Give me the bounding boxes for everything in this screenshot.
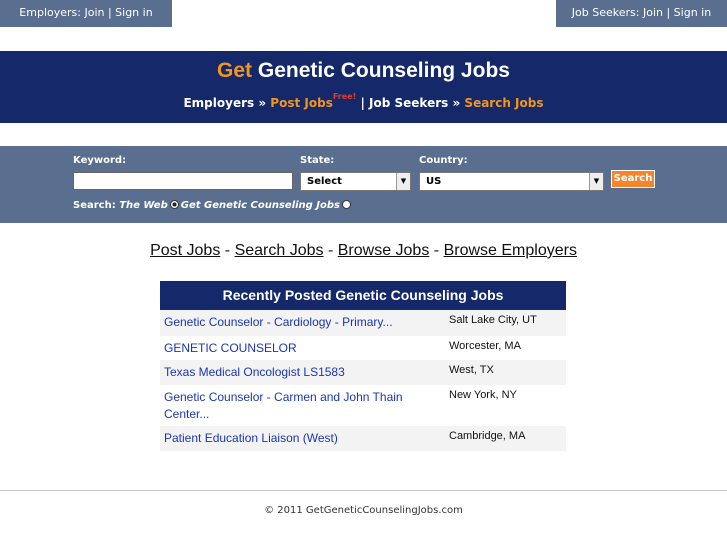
job-seekers-join-signin-link[interactable]: Job Seekers: Join | Sign in	[556, 0, 727, 27]
nav-search-jobs-link[interactable]: Search Jobs	[464, 96, 543, 110]
recent-jobs-table: Recently Posted Genetic Counseling Jobs …	[160, 281, 566, 451]
job-title-link[interactable]: Texas Medical Oncologist LS1583	[160, 360, 445, 385]
job-location: Worcester, MA	[449, 340, 521, 352]
job-location: Cambridge, MA	[449, 430, 526, 442]
search-panel: Keyword: State: Country: Select ▼ US ▼ S…	[0, 146, 727, 223]
table-row: Texas Medical Oncologist LS1583 West, TX	[160, 360, 566, 385]
site-header: Get Genetic Counseling Jobs Employers » …	[0, 51, 727, 123]
table-row: Genetic Counselor - Carmen and John Thai…	[160, 385, 566, 426]
link-sep: -	[433, 242, 440, 259]
job-title-link[interactable]: Patient Education Liaison (West)	[160, 426, 445, 451]
search-scope: Search: The Web Get Genetic Counseling Jo…	[73, 200, 353, 211]
state-select-value: Select	[307, 176, 342, 187]
site-title[interactable]: Get Genetic Counseling Jobs	[0, 59, 727, 83]
chevron-down-icon: ▼	[396, 173, 410, 190]
scope-web-radio[interactable]	[169, 200, 179, 209]
header-nav: Employers » Post JobsFree! | Job Seekers…	[0, 92, 727, 110]
job-title-link[interactable]: GENETIC COUNSELOR	[160, 336, 445, 360]
link-sep: -	[224, 242, 231, 259]
job-location: Salt Lake City, UT	[449, 314, 537, 326]
recent-jobs-heading: Recently Posted Genetic Counseling Jobs	[160, 281, 566, 310]
free-badge: Free!	[332, 92, 357, 101]
site-title-text: Genetic Counseling Jobs	[257, 59, 510, 82]
job-title-link[interactable]: Genetic Counselor - Carmen and John Thai…	[160, 385, 445, 426]
quick-links: Post Jobs - Search Jobs - Browse Jobs - …	[0, 242, 727, 260]
job-title-link[interactable]: Genetic Counselor - Cardiology - Primary…	[160, 310, 445, 336]
nav-sep-1: »	[258, 96, 267, 110]
country-label: Country:	[419, 155, 468, 166]
keyword-input[interactable]	[73, 172, 293, 190]
post-jobs-link[interactable]: Post Jobs	[150, 242, 220, 259]
browse-jobs-link[interactable]: Browse Jobs	[338, 242, 430, 259]
search-button[interactable]: Search	[611, 170, 655, 188]
table-row: GENETIC COUNSELOR Worcester, MA	[160, 336, 566, 360]
search-jobs-link[interactable]: Search Jobs	[235, 242, 324, 259]
state-label: State:	[300, 155, 335, 166]
browse-employers-link[interactable]: Browse Employers	[444, 242, 577, 259]
job-location: New York, NY	[449, 389, 517, 401]
scope-site-radio[interactable]	[342, 200, 352, 209]
site-title-accent: Get	[217, 59, 253, 82]
nav-job-seekers: Job Seekers	[369, 96, 449, 110]
chevron-down-icon: ▼	[589, 173, 603, 190]
nav-pipe: |	[360, 96, 365, 110]
country-select-value: US	[426, 176, 442, 187]
nav-post-jobs-link[interactable]: Post Jobs	[270, 96, 333, 110]
nav-sep-2: »	[452, 96, 461, 110]
footer-divider	[0, 490, 727, 491]
scope-web-label: The Web	[119, 200, 168, 211]
footer-copyright: © 2011 GetGeneticCounselingJobs.com	[264, 505, 463, 516]
table-row: Patient Education Liaison (West) Cambrid…	[160, 426, 566, 451]
top-bar: Employers: Join | Sign in Job Seekers: J…	[0, 0, 727, 27]
keyword-label: Keyword:	[73, 155, 127, 166]
nav-employers: Employers	[183, 96, 255, 110]
search-scope-label: Search:	[73, 200, 116, 211]
country-select[interactable]: US ▼	[419, 172, 604, 191]
link-sep: -	[327, 242, 334, 259]
job-location: West, TX	[449, 364, 494, 376]
scope-site-label: Get Genetic Counseling Jobs	[180, 200, 341, 211]
table-row: Genetic Counselor - Cardiology - Primary…	[160, 310, 566, 336]
state-select[interactable]: Select ▼	[300, 172, 411, 191]
employers-join-signin-link[interactable]: Employers: Join | Sign in	[0, 0, 172, 27]
